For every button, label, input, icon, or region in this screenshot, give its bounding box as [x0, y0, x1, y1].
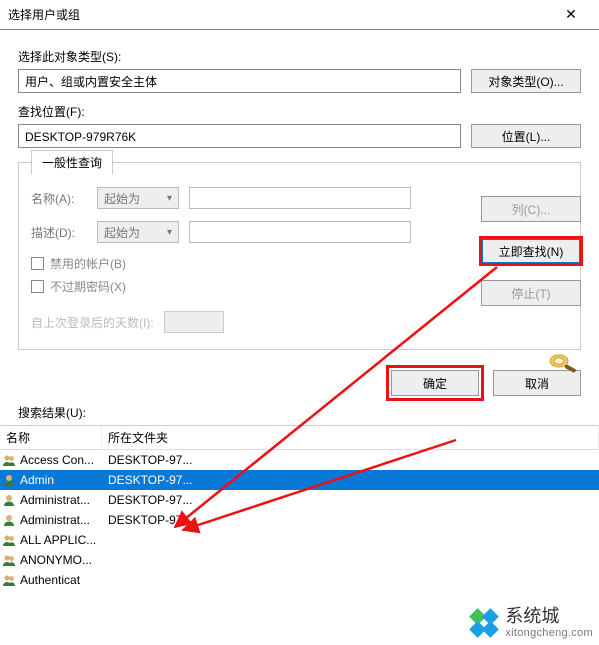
- chevron-down-icon: ▾: [167, 227, 172, 238]
- table-row[interactable]: Authenticat: [0, 570, 599, 590]
- table-row[interactable]: ALL APPLIC...: [0, 530, 599, 550]
- row-location: DESKTOP-97...: [102, 513, 599, 527]
- watermark-logo-icon: [463, 602, 505, 644]
- results-header: 名称 所在文件夹: [0, 426, 599, 450]
- results-label: 搜索结果(U):: [18, 404, 599, 421]
- row-location: DESKTOP-97...: [102, 473, 599, 487]
- nonexpiring-password-checkbox[interactable]: [31, 280, 44, 293]
- row-name: ANONYMO...: [18, 553, 102, 567]
- row-name: Access Con...: [18, 453, 102, 467]
- row-name: ALL APPLIC...: [18, 533, 102, 547]
- nonexpiring-password-label: 不过期密码(X): [50, 278, 126, 295]
- row-name: Authenticat: [18, 573, 102, 587]
- row-name: Administrat...: [18, 513, 102, 527]
- object-type-label: 选择此对象类型(S):: [18, 48, 581, 65]
- window-title: 选择用户或组: [8, 6, 551, 23]
- results-table: 名称 所在文件夹 Access Con...DESKTOP-97...Admin…: [0, 425, 599, 590]
- days-since-login-label: 自上次登录后的天数(I):: [31, 314, 154, 331]
- group-icon: [0, 573, 18, 587]
- group-icon: [0, 553, 18, 567]
- desc-match-combo[interactable]: 起始为 ▾: [97, 221, 179, 243]
- group-icon: [0, 453, 18, 467]
- user-icon: [0, 473, 18, 487]
- row-name: Admin: [18, 473, 102, 487]
- object-types-button[interactable]: 对象类型(O)...: [471, 69, 581, 93]
- name-input[interactable]: [189, 187, 411, 209]
- locations-button[interactable]: 位置(L)...: [471, 124, 581, 148]
- location-field[interactable]: DESKTOP-979R76K: [18, 124, 461, 148]
- close-button[interactable]: ✕: [551, 0, 591, 30]
- desc-label: 描述(D):: [31, 224, 87, 241]
- disabled-accounts-label: 禁用的帐户(B): [50, 255, 126, 272]
- location-label: 查找位置(F):: [18, 103, 581, 120]
- row-location: DESKTOP-97...: [102, 493, 599, 507]
- name-label: 名称(A):: [31, 190, 87, 207]
- watermark-url: xitongcheng.com: [505, 627, 593, 639]
- object-type-field[interactable]: 用户、组或内置安全主体: [18, 69, 461, 93]
- user-icon: [0, 513, 18, 527]
- user-icon: [0, 493, 18, 507]
- right-button-column: 列(C)... 立即查找(N) 停止(T): [481, 196, 581, 377]
- column-name[interactable]: 名称: [0, 426, 102, 449]
- group-icon: [0, 533, 18, 547]
- table-row[interactable]: Access Con...DESKTOP-97...: [0, 450, 599, 470]
- table-row[interactable]: Administrat...DESKTOP-97...: [0, 490, 599, 510]
- name-match-combo[interactable]: 起始为 ▾: [97, 187, 179, 209]
- search-icon: [545, 350, 581, 377]
- watermark-name: 系统城: [505, 607, 593, 627]
- stop-button[interactable]: 停止(T): [481, 280, 581, 306]
- title-bar: 选择用户或组 ✕: [0, 0, 599, 30]
- table-row[interactable]: Administrat...DESKTOP-97...: [0, 510, 599, 530]
- find-now-button[interactable]: 立即查找(N): [481, 238, 581, 264]
- disabled-accounts-checkbox[interactable]: [31, 257, 44, 270]
- close-icon: ✕: [565, 6, 577, 23]
- common-queries-tab[interactable]: 一般性查询: [31, 150, 113, 175]
- row-name: Administrat...: [18, 493, 102, 507]
- watermark: 系统城 xitongcheng.com: [469, 607, 593, 639]
- desc-input[interactable]: [189, 221, 411, 243]
- table-row[interactable]: AdminDESKTOP-97...: [0, 470, 599, 490]
- days-since-login-combo[interactable]: [164, 311, 224, 333]
- table-row[interactable]: ANONYMO...: [0, 550, 599, 570]
- column-location[interactable]: 所在文件夹: [102, 426, 599, 449]
- chevron-down-icon: ▾: [167, 193, 172, 204]
- columns-button[interactable]: 列(C)...: [481, 196, 581, 222]
- ok-button[interactable]: 确定: [391, 370, 479, 396]
- row-location: DESKTOP-97...: [102, 453, 599, 467]
